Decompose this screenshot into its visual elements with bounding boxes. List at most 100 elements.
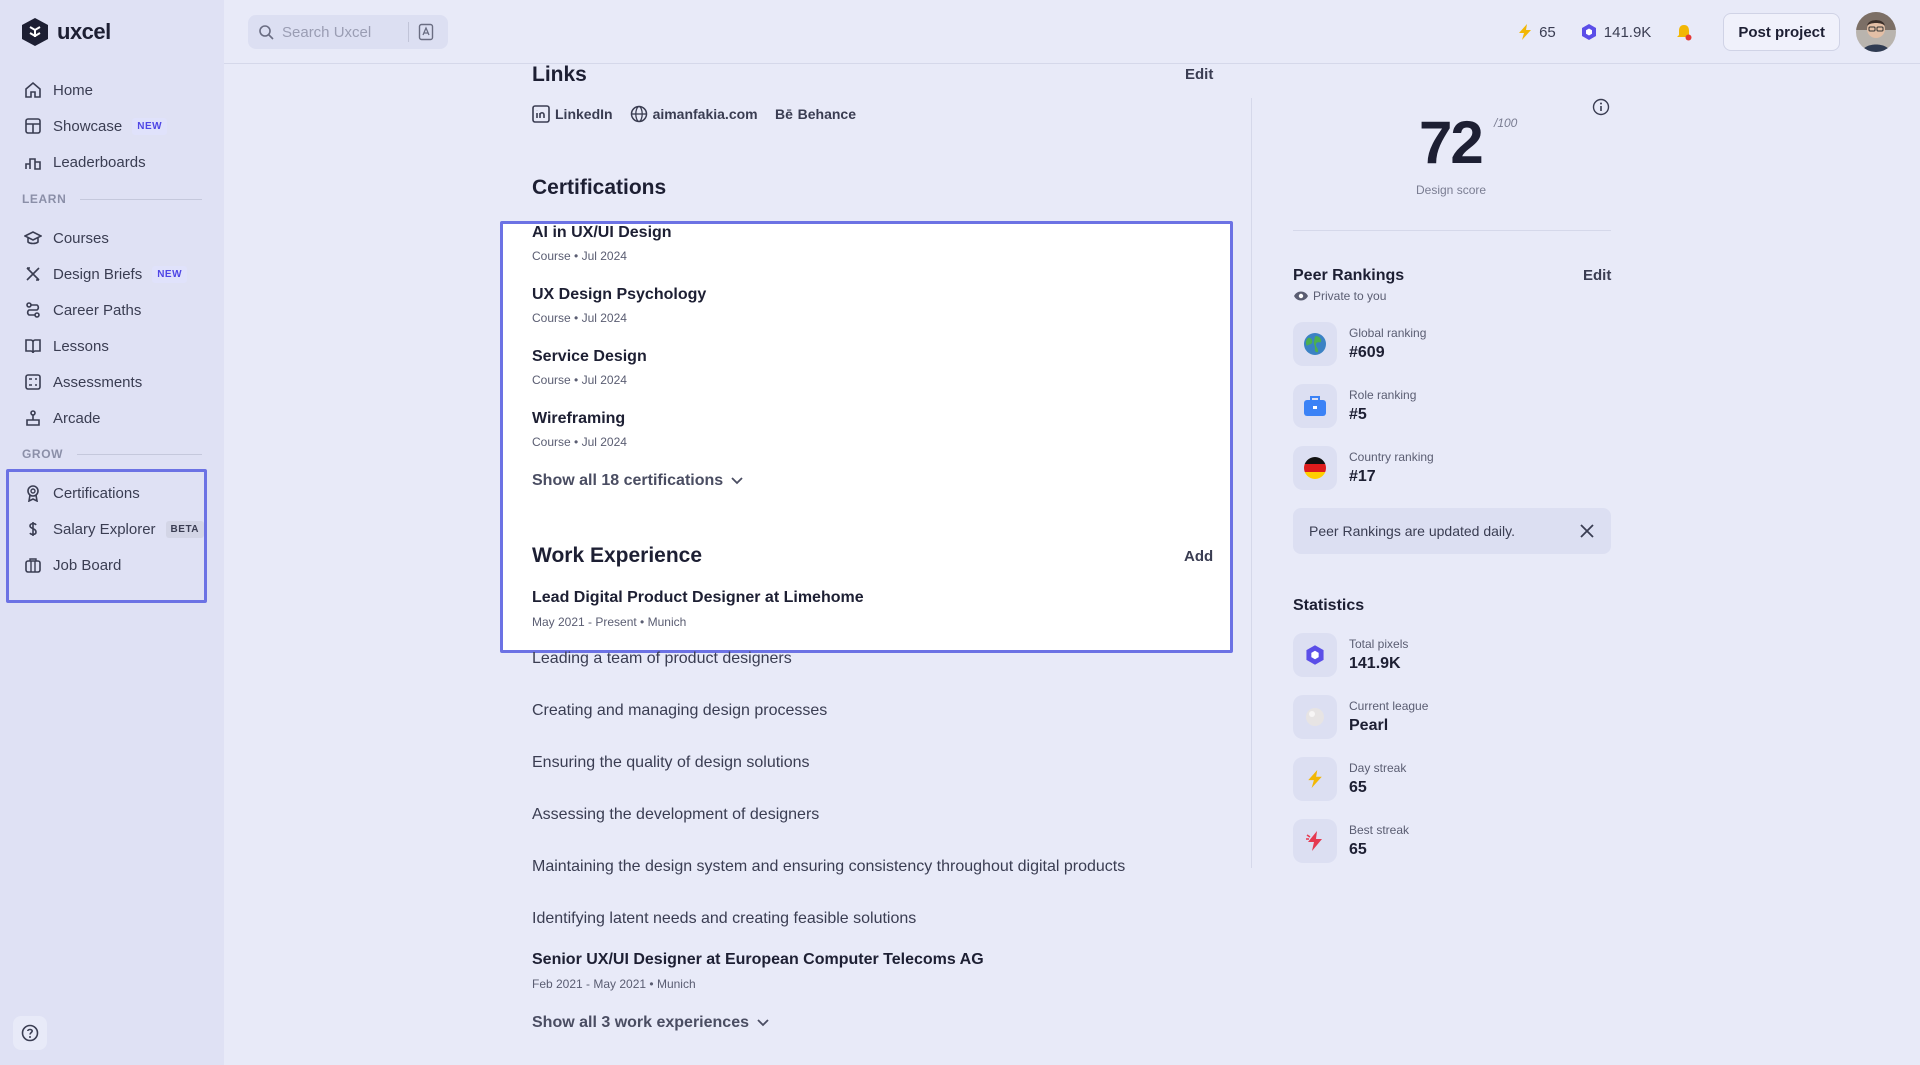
ranking-value: #5 <box>1349 406 1367 423</box>
peer-rankings-title: Peer Rankings <box>1293 267 1405 284</box>
job-responsibility: Maintaining the design system and ensuri… <box>532 858 1126 875</box>
certification-title[interactable]: Wireframing <box>532 410 625 428</box>
sidebar-item-showcase[interactable]: Showcase NEW <box>24 114 168 138</box>
sidebar-item-lessons[interactable]: Lessons <box>24 334 109 358</box>
certifications-highlight-panel: AI in UX/UI Design Course • Jul 2024 UX … <box>500 221 1233 653</box>
new-badge: NEW <box>152 265 188 283</box>
lightning-icon <box>1519 24 1532 40</box>
leaderboards-icon <box>25 158 41 170</box>
app-name: uxcel <box>57 19 111 44</box>
job-title[interactable]: Lead Digital Product Designer at Limehom… <box>532 589 864 607</box>
notifications-button[interactable] <box>1675 23 1699 41</box>
link-behance[interactable]: Bē Behance <box>775 106 856 122</box>
sidebar-item-career-paths[interactable]: Career Paths <box>24 298 141 322</box>
search-input[interactable]: Search Uxcel <box>282 24 371 41</box>
stat-best-streak: Best streak 65 <box>1293 819 1409 863</box>
column-divider <box>1251 98 1252 868</box>
certification-title[interactable]: UX Design Psychology <box>532 286 706 304</box>
link-linkedin[interactable]: LinkedIn <box>532 105 613 123</box>
best-streak-icon <box>1293 819 1337 863</box>
job-meta: Feb 2021 - May 2021 • Munich <box>532 977 696 991</box>
sidebar-item-leaderboards[interactable]: Leaderboards <box>24 150 146 174</box>
eye-icon <box>1294 291 1308 301</box>
pearl-icon <box>1293 695 1337 739</box>
stat-value: 65 <box>1349 779 1367 796</box>
links-row: LinkedIn aimanfakia.com Bē Behance <box>532 105 873 123</box>
germany-flag-icon <box>1293 446 1337 490</box>
sidebar-item-design-briefs[interactable]: Design Briefs NEW <box>24 262 188 286</box>
sidebar-item-label: Home <box>53 81 94 99</box>
statistics-title: Statistics <box>1293 597 1365 614</box>
link-website[interactable]: aimanfakia.com <box>630 105 758 123</box>
certification-title[interactable]: AI in UX/UI Design <box>532 224 672 242</box>
book-icon <box>25 339 41 354</box>
show-all-work-experiences-button[interactable]: Show all 3 work experiences <box>532 1014 769 1032</box>
sidebar-item-job-board[interactable]: Job Board <box>24 553 121 577</box>
career-paths-icon <box>26 302 40 318</box>
linkedin-icon <box>532 105 550 123</box>
ranking-label: Global ranking <box>1349 326 1427 340</box>
design-score-max: /100 <box>1494 116 1518 130</box>
sidebar-item-salary-explorer[interactable]: Salary Explorer BETA <box>24 517 205 541</box>
help-button[interactable] <box>13 1016 47 1050</box>
sidebar-item-label: Certifications <box>53 484 140 502</box>
search-bar[interactable]: Search Uxcel <box>248 15 448 49</box>
show-all-certifications-button[interactable]: Show all 18 certifications <box>532 472 743 490</box>
close-icon[interactable] <box>1579 523 1595 539</box>
links-edit-button[interactable]: Edit <box>1185 66 1213 83</box>
behance-icon: Bē <box>775 106 793 122</box>
avatar[interactable] <box>1856 12 1896 52</box>
score-divider <box>1293 230 1611 231</box>
work-add-button[interactable]: Add <box>1184 548 1213 565</box>
logo[interactable]: uxcel <box>21 17 111 47</box>
sidebar-item-assessments[interactable]: Assessments <box>24 370 142 394</box>
ranking-label: Country ranking <box>1349 450 1434 464</box>
certification-meta: Course • Jul 2024 <box>532 435 627 449</box>
showcase-icon <box>25 118 41 134</box>
beta-badge: BETA <box>165 520 205 538</box>
sidebar-item-label: Arcade <box>53 409 101 427</box>
post-project-button[interactable]: Post project <box>1723 13 1840 51</box>
svg-text:Bē: Bē <box>775 106 793 122</box>
stat-value: 65 <box>1349 841 1367 858</box>
lightning-icon <box>1293 757 1337 801</box>
certificate-icon <box>27 485 39 502</box>
peer-rankings-edit-button[interactable]: Edit <box>1583 267 1611 284</box>
streak-counter[interactable]: 65 <box>1517 23 1556 41</box>
sidebar-item-courses[interactable]: Courses <box>24 226 109 250</box>
sidebar-item-label: Job Board <box>53 556 122 574</box>
job-title[interactable]: Senior UX/UI Designer at European Comput… <box>532 951 984 969</box>
learn-section-label: LEARN <box>22 192 202 206</box>
chevron-down-icon <box>731 477 743 485</box>
certification-meta: Course • Jul 2024 <box>532 311 627 325</box>
certification-title[interactable]: Service Design <box>532 348 647 366</box>
design-score-value: 72 <box>1419 109 1484 176</box>
pixels-value: 141.9K <box>1603 23 1652 41</box>
ranking-value: #17 <box>1349 468 1376 485</box>
grow-section-label: GROW <box>22 447 202 461</box>
ranking-value: #609 <box>1349 344 1385 361</box>
briefcase-icon <box>25 558 41 573</box>
sidebar-item-certifications[interactable]: Certifications <box>24 481 140 505</box>
sidebar-item-arcade[interactable]: Arcade <box>24 406 101 430</box>
info-icon[interactable] <box>1592 98 1610 116</box>
notice-text: Peer Rankings are updated daily. <box>1309 523 1515 539</box>
uxcel-logo-icon <box>22 18 48 46</box>
stat-label: Total pixels <box>1349 637 1409 651</box>
certifications-title: Certifications <box>532 176 667 199</box>
pixels-counter[interactable]: 141.9K <box>1580 23 1652 41</box>
sidebar-item-label: Salary Explorer <box>53 520 156 538</box>
question-icon <box>21 1024 39 1042</box>
job-responsibility: Leading a team of product designers <box>532 650 792 667</box>
sidebar-item-home[interactable]: Home <box>24 78 93 102</box>
assessments-icon <box>25 374 41 390</box>
job-responsibility: Ensuring the quality of design solutions <box>532 754 810 771</box>
stat-label: Day streak <box>1349 761 1407 775</box>
sidebar-item-label: Lessons <box>53 337 109 355</box>
shortcut-icon[interactable] <box>418 23 434 41</box>
ranking-label: Role ranking <box>1349 388 1417 402</box>
design-score-label: Design score <box>1416 183 1487 197</box>
stat-value: 141.9K <box>1349 655 1401 672</box>
briefcase-icon <box>1293 384 1337 428</box>
pixel-hexagon-icon <box>1293 633 1337 677</box>
